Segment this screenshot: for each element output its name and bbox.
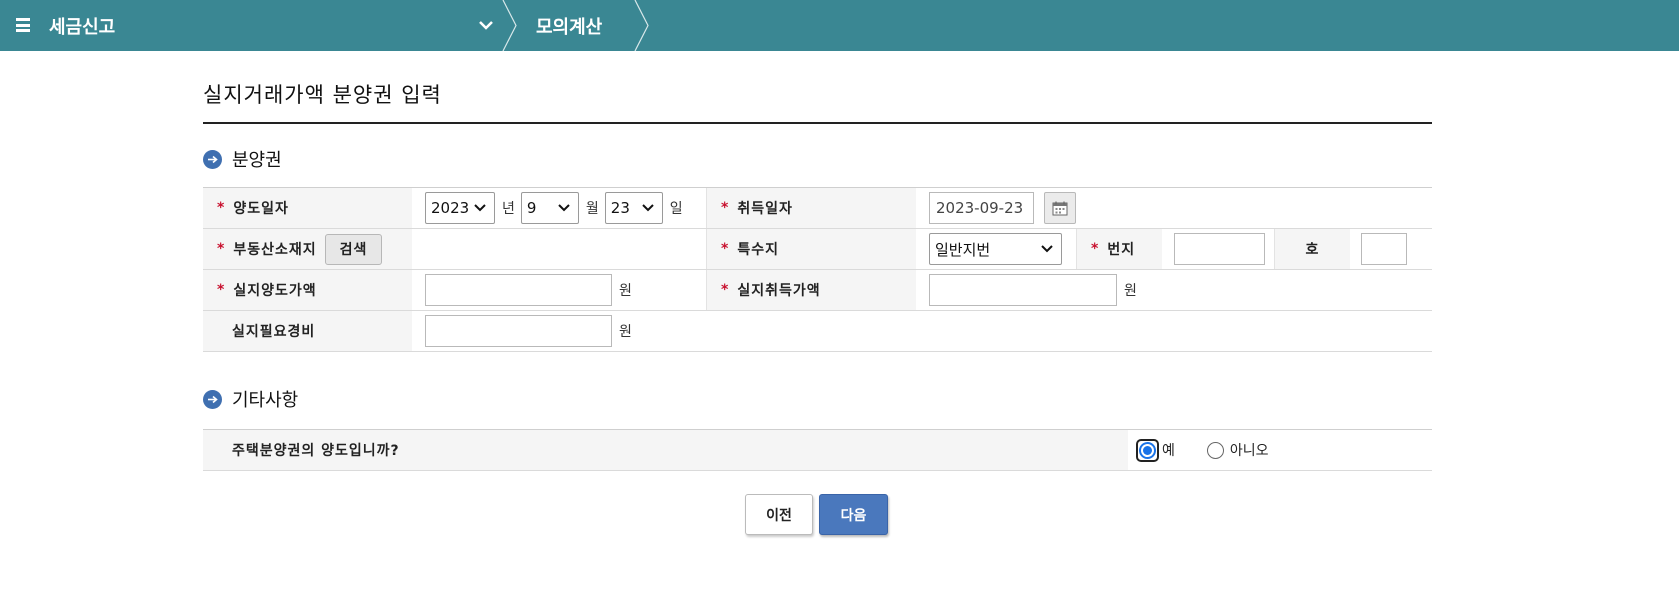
form-row: 주택분양권의 양도입니까? 예 아니오 <box>203 430 1432 471</box>
chevron-down-icon <box>1041 245 1053 253</box>
ho-field[interactable] <box>1361 233 1407 265</box>
transfer-year-value: 2023 <box>431 199 470 217</box>
required-mark: * <box>721 282 730 298</box>
lot-number-label: 번지 <box>1107 242 1136 258</box>
acquire-date-inputs: 2023-09-23 <box>929 188 1129 228</box>
required-mark: * <box>1091 241 1100 257</box>
acquire-price-field[interactable] <box>929 274 1117 306</box>
won-unit: 원 <box>1124 283 1137 299</box>
transfer-price-field[interactable] <box>425 274 612 306</box>
question-label-cell: 주택분양권의 양도입니까? <box>203 430 1128 470</box>
won-unit: 원 <box>619 324 632 340</box>
radio-no-label[interactable]: 아니오 <box>1230 440 1269 460</box>
radio-no[interactable] <box>1206 441 1224 459</box>
acquire-price-label: 실지취득가액 <box>737 283 821 299</box>
expenses-label: 실지필요경비 <box>232 324 316 340</box>
lot-number-input-cell <box>1174 229 1274 269</box>
radio-yes[interactable] <box>1139 441 1156 459</box>
chevron-down-icon <box>558 204 570 212</box>
arrow-right-circle-icon <box>203 389 222 409</box>
answer-options: 예 아니오 <box>1136 430 1432 470</box>
transfer-price-label-cell: * 실지양도가액 <box>203 270 412 310</box>
acquire-date-label-cell: * 취득일자 <box>706 188 916 228</box>
special-lot-label-cell: * 특수지 <box>706 229 916 269</box>
special-lot-label: 특수지 <box>737 242 779 258</box>
transfer-date-label-cell: * 양도일자 <box>203 188 412 228</box>
address-search-button[interactable]: 검색 <box>324 233 383 265</box>
required-mark: * <box>721 241 730 257</box>
transfer-month-select[interactable]: 9 <box>520 192 579 224</box>
hamburger-menu-icon[interactable] <box>16 18 30 32</box>
next-button[interactable]: 다음 <box>819 494 888 535</box>
form-row: * 양도일자 2023 년 9 월 23 일 * 취득일자 2023-09-23 <box>203 188 1432 229</box>
top-nav-bar: 세금신고 모의계산 <box>0 0 1679 51</box>
ho-label: 호 <box>1305 242 1320 258</box>
acquire-date-field[interactable]: 2023-09-23 <box>929 192 1034 224</box>
special-lot-value: 일반지번 <box>935 240 991 259</box>
section-header-other: 기타사항 <box>203 388 299 411</box>
radio-yes-wrapper <box>1136 438 1159 462</box>
required-mark: * <box>721 200 730 216</box>
transfer-day-select[interactable]: 23 <box>604 192 663 224</box>
calendar-button[interactable] <box>1044 192 1076 224</box>
chevron-down-icon <box>474 204 486 212</box>
acquire-price-label-cell: * 실지취득가액 <box>706 270 916 310</box>
house-presale-question: 주택분양권의 양도입니까? <box>232 443 400 459</box>
transfer-date-inputs: 2023 년 9 월 23 일 <box>425 188 695 228</box>
title-divider <box>203 122 1432 124</box>
ho-label-cell: 호 <box>1274 229 1350 269</box>
special-lot-input-cell: 일반지번 <box>929 229 1067 269</box>
transfer-price-input-cell: 원 <box>425 270 695 310</box>
form-row: * 부동산소재지 검색 * 특수지 일반지번 * 번지 호 <box>203 229 1432 270</box>
day-unit: 일 <box>669 201 683 217</box>
nav-menu-title[interactable]: 세금신고 <box>49 13 115 39</box>
month-unit: 월 <box>585 201 599 217</box>
breadcrumb-separator-icon <box>634 0 649 51</box>
transfer-date-label: 양도일자 <box>233 201 289 217</box>
expenses-field[interactable] <box>425 315 612 347</box>
page-title: 실지거래가액 분양권 입력 <box>203 83 442 107</box>
transfer-month-value: 9 <box>526 199 537 217</box>
lot-number-field[interactable] <box>1174 233 1265 265</box>
section-title: 기타사항 <box>232 390 299 411</box>
required-mark: * <box>217 241 226 257</box>
radio-yes-label[interactable]: 예 <box>1162 440 1175 460</box>
transfer-year-select[interactable]: 2023 <box>425 192 495 224</box>
required-mark: * <box>217 200 226 216</box>
location-label: 부동산소재지 <box>233 242 317 258</box>
transfer-day-value: 23 <box>610 199 630 217</box>
other-info-form: 주택분양권의 양도입니까? 예 아니오 <box>203 429 1432 471</box>
ho-input-cell <box>1361 229 1421 269</box>
arrow-right-circle-icon <box>203 149 222 169</box>
acquire-price-input-cell: 원 <box>929 270 1189 310</box>
nav-current-page: 모의계산 <box>536 17 603 38</box>
expenses-label-cell: 실지필요경비 <box>203 311 412 351</box>
expenses-input-cell: 원 <box>425 311 695 351</box>
lot-number-label-cell: * 번지 <box>1076 229 1162 269</box>
acquire-date-label: 취득일자 <box>737 201 793 217</box>
location-label-cell: * 부동산소재지 검색 <box>203 229 412 269</box>
form-row: 실지필요경비 원 <box>203 311 1432 352</box>
special-lot-select[interactable]: 일반지번 <box>929 233 1062 265</box>
required-mark: * <box>217 282 226 298</box>
won-unit: 원 <box>619 283 632 299</box>
section-title: 분양권 <box>232 150 282 171</box>
calendar-icon <box>1052 201 1068 215</box>
presale-right-form: * 양도일자 2023 년 9 월 23 일 * 취득일자 2023-09-23… <box>203 187 1432 352</box>
transfer-price-label: 실지양도가액 <box>233 283 317 299</box>
year-unit: 년 <box>502 201 515 217</box>
chevron-down-icon[interactable] <box>476 15 496 35</box>
chevron-down-icon <box>642 204 654 212</box>
form-row: * 실지양도가액 원 * 실지취득가액 원 <box>203 270 1432 311</box>
section-header-presale-right: 분양권 <box>203 148 282 171</box>
breadcrumb-separator-icon <box>502 0 517 51</box>
prev-button[interactable]: 이전 <box>745 494 813 535</box>
